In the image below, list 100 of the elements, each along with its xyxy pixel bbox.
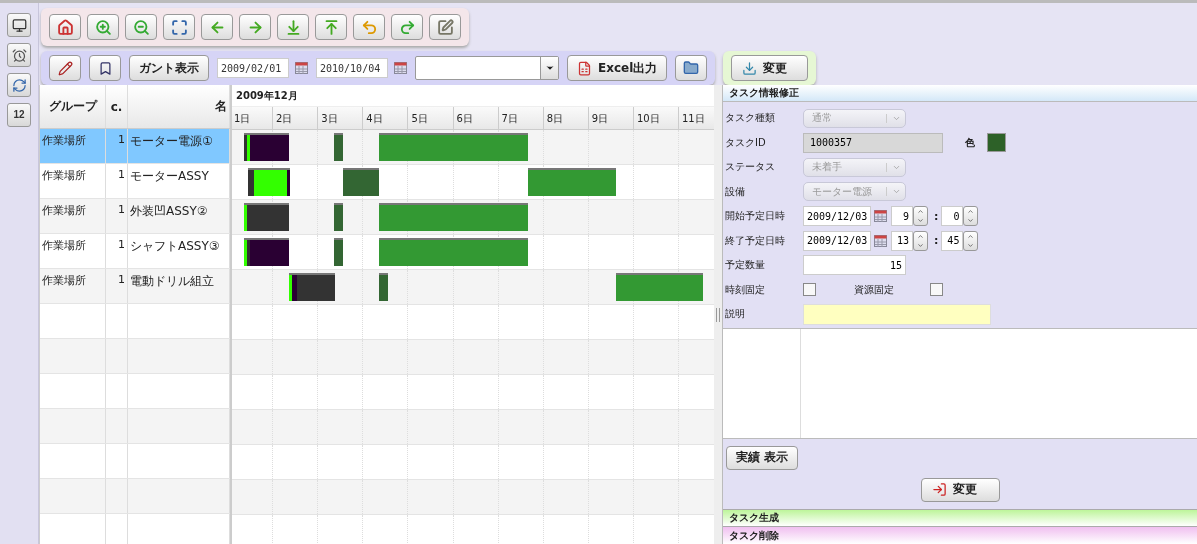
panel-title: タスク情報修正 [723, 85, 1197, 102]
gantt-bar[interactable] [343, 168, 380, 196]
arrow-down-button[interactable] [277, 14, 309, 40]
redo-icon [398, 18, 416, 36]
spinner-button[interactable] [963, 230, 979, 251]
undo-button[interactable] [353, 14, 385, 40]
field-label: 時刻固定 [725, 282, 766, 297]
calendar-icon[interactable] [874, 210, 887, 222]
gantt-bar[interactable] [296, 273, 336, 301]
time-separator: : [934, 234, 939, 247]
spinner-button[interactable] [913, 206, 928, 226]
table-cell: 作業場所 [40, 164, 106, 198]
gantt-bar[interactable] [334, 203, 344, 231]
download-icon [742, 60, 758, 76]
calendar-button[interactable]: 12 [7, 103, 31, 127]
section-header[interactable]: タスク生成 [723, 508, 1197, 527]
table-cell: 作業場所 [40, 269, 106, 303]
day-label: 5日 [411, 112, 428, 126]
excel-export-button[interactable]: Excel出力 [567, 55, 668, 81]
splitter-handle[interactable] [716, 307, 720, 322]
combo-box[interactable] [415, 56, 559, 80]
section-header[interactable]: タスク削除 [723, 526, 1197, 544]
gantt-bar[interactable] [247, 168, 255, 196]
day-label: 3日 [321, 112, 338, 126]
gantt-bar[interactable] [334, 133, 344, 161]
zoom-in-button[interactable] [87, 14, 119, 40]
hour-field[interactable]: 9 [891, 206, 913, 226]
day-label: 9日 [591, 112, 609, 126]
gantt-bar[interactable] [246, 133, 250, 161]
field-label: 終了予定日時 [725, 233, 786, 248]
edit-icon [436, 18, 454, 36]
calendar-icon[interactable] [394, 62, 407, 74]
show-results-button[interactable]: 実績 表示 [726, 445, 799, 470]
table-row[interactable]: 作業場所 1 シャフトASSY③ [40, 234, 230, 269]
description-field[interactable] [803, 303, 991, 325]
pencil-button[interactable] [49, 55, 81, 81]
date-field[interactable]: 2009/12/03 [803, 230, 871, 251]
apply-button[interactable]: 変更 [731, 55, 809, 81]
refresh-button[interactable] [7, 73, 31, 97]
edit-button[interactable] [429, 14, 461, 40]
gantt-bar[interactable] [334, 238, 344, 266]
hour-field[interactable]: 13 [891, 230, 913, 251]
day-label: 2日 [276, 112, 293, 126]
apply-button[interactable]: 変更 [920, 477, 1000, 502]
day-label: 6日 [456, 112, 473, 126]
field-label: タスクID [725, 135, 767, 150]
monitor-icon [11, 17, 27, 33]
folder-button[interactable] [675, 55, 708, 81]
spinner-button[interactable] [913, 230, 928, 251]
minute-field[interactable]: 45 [941, 230, 964, 251]
gantt-bar[interactable] [249, 133, 289, 161]
table-row[interactable]: 作業場所 1 モーターASSY [40, 164, 230, 199]
time-separator: : [934, 209, 939, 223]
spinner-button[interactable] [963, 206, 979, 226]
folder-icon [683, 60, 700, 76]
arrow-up-button[interactable] [315, 14, 347, 40]
table-row[interactable]: 作業場所 1 モーター電源① [40, 129, 230, 164]
field-label: 設備 [725, 184, 746, 199]
undo-icon [360, 18, 378, 36]
gantt-bar[interactable] [379, 273, 389, 301]
table-cell: 作業場所 [40, 199, 106, 233]
table-row[interactable]: 作業場所 1 電動ドリル組立 [40, 269, 230, 304]
day-label: 11日 [682, 112, 705, 126]
field-label: 予定数量 [725, 258, 766, 272]
date-field[interactable]: 2009/12/03 [803, 206, 871, 226]
table-cell: 作業場所 [40, 234, 106, 268]
minute-field[interactable]: 0 [941, 206, 964, 226]
calendar-icon[interactable] [874, 234, 887, 247]
caret-icon [544, 63, 555, 73]
field-label: 説明 [725, 307, 746, 321]
arrow-left-button[interactable] [201, 14, 233, 40]
start-date-field[interactable]: 2009/02/01 [217, 58, 289, 78]
table-row[interactable]: 作業場所 1 外装凹ASSY② [40, 199, 230, 234]
home-button[interactable] [49, 14, 81, 40]
fullscreen-icon [170, 18, 188, 36]
task-id-field[interactable]: 1000357 [803, 132, 943, 153]
redo-button[interactable] [391, 14, 423, 40]
color-swatch[interactable] [987, 133, 1006, 152]
computer-button[interactable] [7, 13, 31, 37]
end-date-field[interactable]: 2010/10/04 [316, 58, 388, 78]
checkbox[interactable] [930, 283, 943, 296]
home-icon [56, 18, 74, 36]
field-label: ステータス [725, 160, 776, 174]
gantt-bar[interactable] [291, 273, 297, 301]
quantity-field[interactable]: 15 [803, 255, 906, 275]
color-label: 色 [965, 135, 975, 150]
day-label: 8日 [546, 112, 564, 126]
gantt-bar[interactable] [246, 203, 289, 231]
bookmark-button[interactable] [89, 55, 121, 81]
gantt-bar[interactable] [254, 168, 288, 196]
calendar-icon[interactable] [295, 62, 308, 74]
checkbox[interactable] [803, 283, 816, 296]
gantt-bar[interactable] [243, 133, 247, 161]
alarm-clock-button[interactable] [7, 43, 31, 67]
zoom-in-icon [94, 18, 112, 36]
table-cell: 1 [106, 269, 128, 303]
zoom-out-button[interactable] [125, 14, 157, 40]
arrow-right-button[interactable] [239, 14, 271, 40]
gantt-view-button[interactable]: ガント表示 [129, 55, 209, 81]
fullscreen-button[interactable] [163, 14, 195, 40]
